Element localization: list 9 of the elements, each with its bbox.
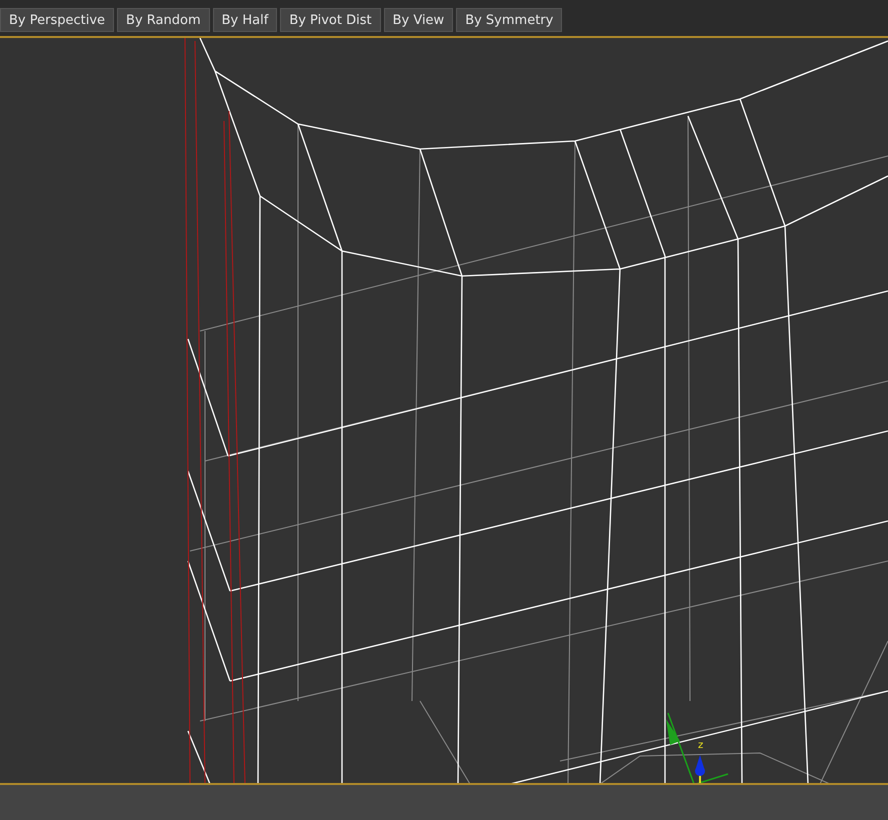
toolbar-button[interactable]: By Pivot Dist xyxy=(280,8,381,32)
toolbar-button[interactable]: By Half xyxy=(212,8,278,32)
toolbar-button[interactable]: By Perspective xyxy=(0,8,114,32)
toolbar-button[interactable]: By View xyxy=(384,8,454,32)
toolbar-button[interactable]: By Symmetry xyxy=(456,8,562,32)
toolbar-button[interactable]: By Random xyxy=(117,8,210,32)
axis-label: z xyxy=(698,741,704,751)
transform-gizmo-icon[interactable] xyxy=(666,712,728,783)
viewport[interactable]: z xyxy=(0,36,888,785)
